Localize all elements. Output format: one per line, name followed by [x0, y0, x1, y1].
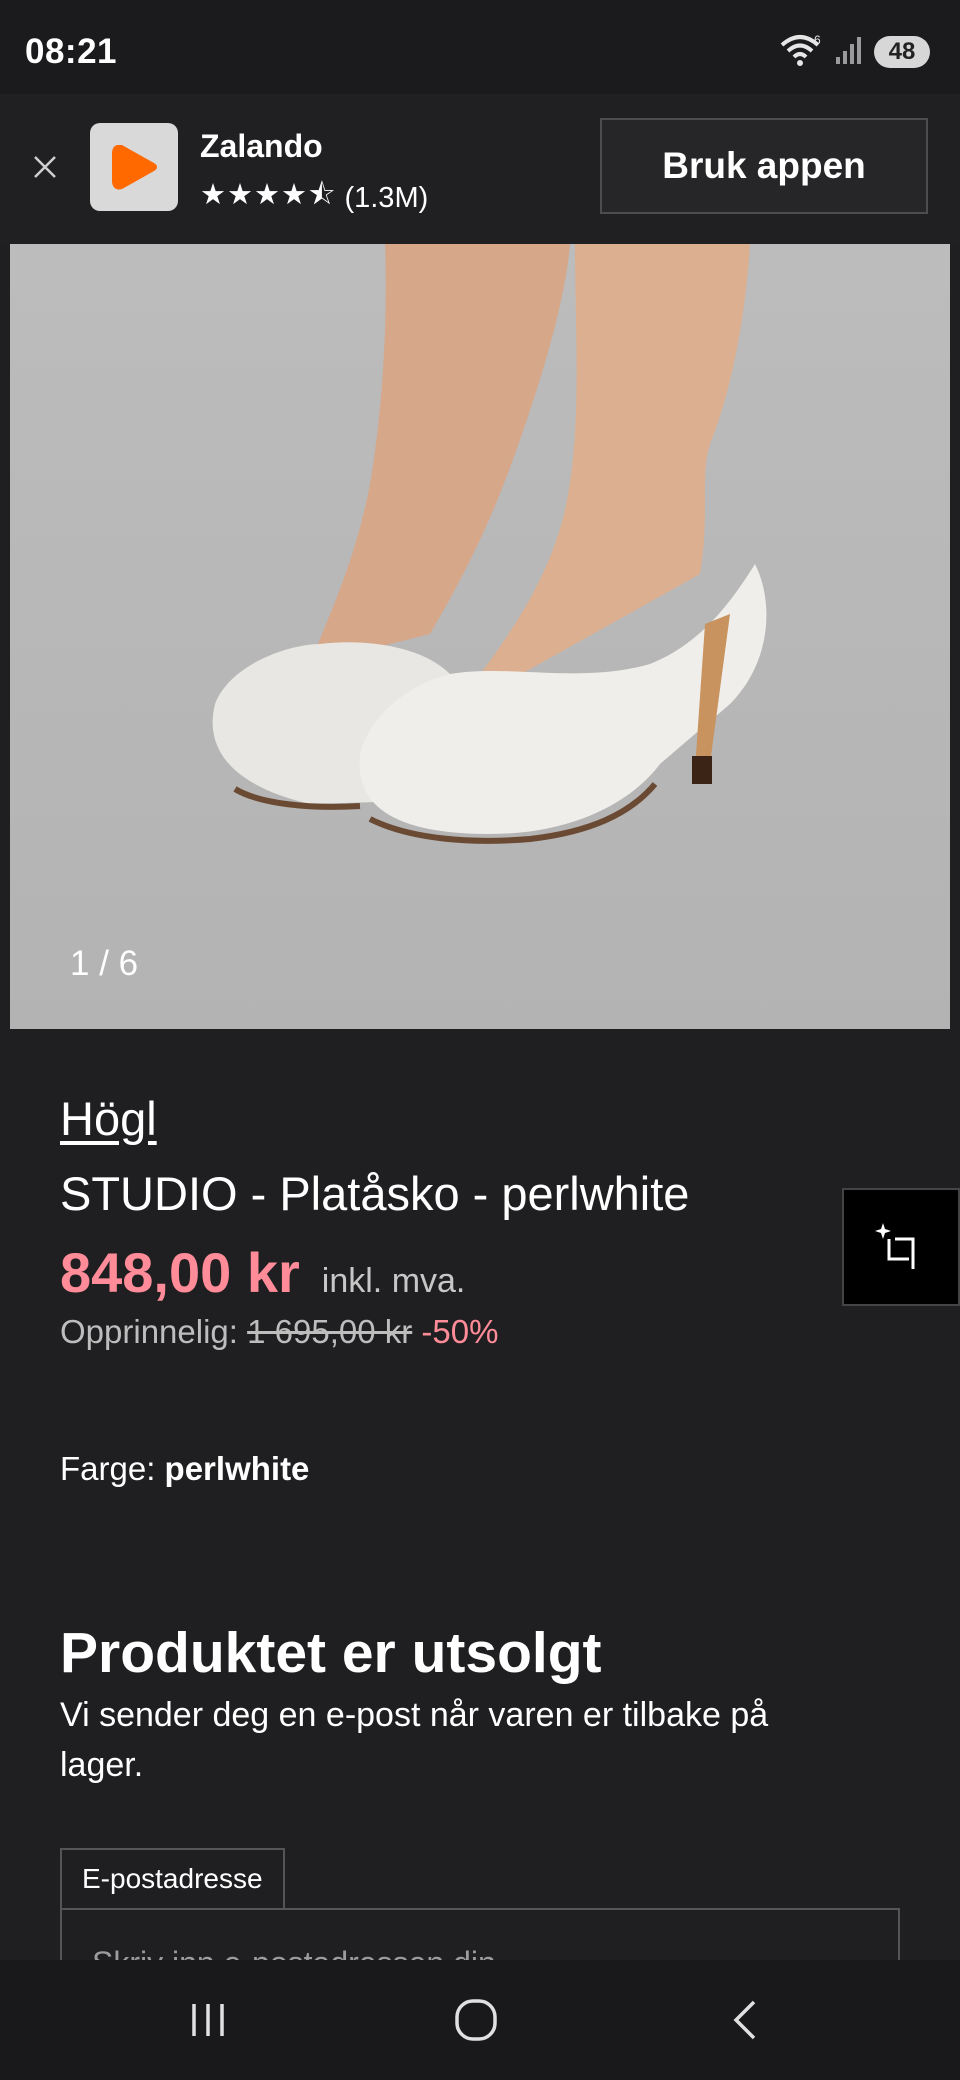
discount-badge: -50% — [421, 1313, 499, 1350]
status-bar: 08:21 6 48 — [0, 0, 960, 94]
brand-link[interactable]: Högl — [60, 1090, 860, 1148]
wifi-icon: 6 — [778, 33, 824, 72]
close-icon — [34, 156, 56, 178]
clock: 08:21 — [25, 32, 118, 71]
colour-label: Farge: — [60, 1450, 156, 1487]
vat-note: inkl. mva. — [321, 1262, 466, 1300]
colour-row: Farge: perlwhite — [60, 1450, 309, 1488]
back-icon — [733, 2000, 756, 2040]
colour-value: perlwhite — [164, 1450, 310, 1487]
price-row: 848,00 kr inkl. mva. — [60, 1240, 860, 1305]
current-price: 848,00 kr — [60, 1241, 300, 1304]
recents-button[interactable] — [178, 1990, 238, 2050]
system-nav-bar — [0, 1960, 960, 2080]
home-icon — [455, 1999, 497, 2041]
close-banner-button[interactable] — [28, 150, 62, 184]
original-price-row: Opprinnelig: 1 695,00 kr -50% — [60, 1313, 860, 1351]
email-label: E-postadresse — [60, 1848, 285, 1908]
visual-search-button[interactable] — [842, 1188, 960, 1306]
battery-indicator: 48 — [874, 36, 930, 68]
original-price: 1 695,00 kr — [247, 1313, 413, 1350]
zalando-logo — [90, 123, 178, 211]
rating-stars-icon: ★★★★⯪ — [200, 179, 337, 211]
recents-icon — [192, 2004, 224, 2036]
product-image-gallery[interactable]: 1 / 6 — [10, 244, 950, 1029]
back-button[interactable] — [716, 1990, 776, 2050]
soldout-heading: Produktet er utsolgt — [60, 1621, 602, 1685]
status-icons: 6 48 — [778, 33, 930, 72]
crop-sparkle-icon — [875, 1223, 915, 1269]
rating-count: (1.3M) — [344, 182, 429, 214]
soldout-text: Vi sender deg en e-post når varen er til… — [60, 1696, 769, 1784]
signal-icon — [834, 35, 864, 70]
app-install-banner: Zalando ★★★★⯪ (1.3M) Bruk appen — [0, 94, 960, 244]
svg-text:6: 6 — [814, 33, 821, 47]
home-button[interactable] — [446, 1990, 506, 2050]
app-rating: ★★★★⯪ (1.3M) — [200, 174, 428, 223]
product-title: STUDIO - Platåsko - perlwhite — [60, 1167, 690, 1220]
original-label: Opprinnelig: — [60, 1313, 238, 1350]
use-app-button[interactable]: Bruk appen — [600, 118, 928, 214]
app-name: Zalando — [200, 128, 323, 164]
gallery-counter: 1 / 6 — [70, 944, 139, 983]
play-logo-icon — [112, 145, 157, 190]
product-info: Högl STUDIO - Platåsko - perlwhite 848,0… — [60, 1090, 860, 1351]
product-photo — [212, 244, 767, 844]
